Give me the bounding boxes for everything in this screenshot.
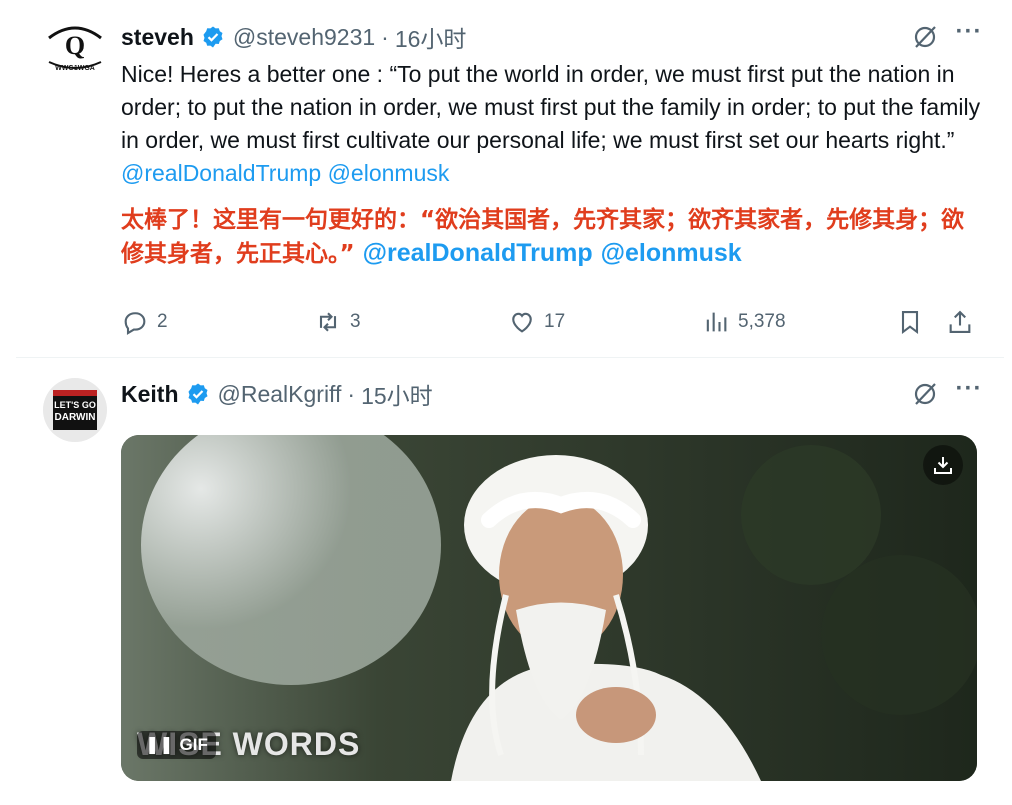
tweet-text-body: Nice! Heres a better one : “To put the w… xyxy=(121,61,981,153)
zh-mention-elonmusk[interactable]: @elonmusk xyxy=(601,239,742,267)
more-options-icon[interactable]: ··· xyxy=(954,374,984,404)
svg-text:DARWIN: DARWIN xyxy=(55,412,96,423)
reply-icon xyxy=(124,312,146,335)
share-icon xyxy=(949,310,971,333)
grok-slash-icon[interactable] xyxy=(910,22,940,52)
like-count: 17 xyxy=(544,311,566,332)
separator: · xyxy=(347,380,356,407)
mention-elonmusk[interactable]: @elonmusk xyxy=(328,160,450,186)
pause-icon: ❚❚ xyxy=(145,735,174,754)
handle[interactable]: @steveh9231 xyxy=(233,24,375,51)
retweet-icon xyxy=(319,312,337,332)
more-options-icon[interactable]: ··· xyxy=(954,17,984,47)
display-name[interactable]: steveh xyxy=(121,24,194,51)
grok-slash-icon[interactable] xyxy=(910,379,940,409)
verified-badge-icon xyxy=(203,26,223,48)
tweet-steveh[interactable]: Q WWG1WGA steveh @steveh9231 · 16小时 ··· … xyxy=(16,0,1004,358)
reply-count: 2 xyxy=(157,311,168,332)
retweet-count: 3 xyxy=(350,311,361,332)
bookmark-icon xyxy=(901,311,919,335)
heart-icon xyxy=(512,312,532,333)
bookmark-button[interactable] xyxy=(896,308,924,336)
like-button[interactable]: 17 xyxy=(508,308,565,336)
avatar-steveh[interactable]: Q WWG1WGA xyxy=(43,14,107,78)
display-name[interactable]: Keith xyxy=(121,381,179,408)
svg-text:Q: Q xyxy=(65,31,85,60)
tweet-actions: 2 3 17 5,378 xyxy=(121,302,987,342)
gif-label: GIF xyxy=(179,735,208,754)
tweet-text-english: Nice! Heres a better one : “To put the w… xyxy=(121,58,981,190)
verified-badge-icon xyxy=(188,383,207,405)
tweet-keith[interactable]: LET'S GO DARWIN Keith @RealKgriff · 15小时… xyxy=(16,358,1004,805)
zh-mention-realdonaldtrump[interactable]: @realDonaldTrump xyxy=(363,239,593,267)
view-count: 5,378 xyxy=(738,311,786,332)
timestamp[interactable]: 16小时 xyxy=(395,20,467,54)
tweet-text-chinese: 太棒了！这里有一句更好的：“欲治其国者，先齐其家；欲齐其家者，先修其身；欲修其身… xyxy=(121,204,981,271)
mention-realdonaldtrump[interactable]: @realDonaldTrump xyxy=(121,160,321,186)
retweet-button[interactable]: 3 xyxy=(314,308,361,336)
download-button[interactable] xyxy=(923,445,963,485)
gif-badge[interactable]: ❚❚ GIF xyxy=(137,731,216,759)
timestamp[interactable]: 15小时 xyxy=(361,377,433,411)
svg-text:WWG1WGA: WWG1WGA xyxy=(55,65,95,72)
reply-button[interactable]: 2 xyxy=(121,308,168,336)
handle[interactable]: @RealKgriff xyxy=(218,381,342,408)
gif-media[interactable]: WISE WORDS ❚❚ GIF xyxy=(121,435,977,781)
avatar-keith[interactable]: LET'S GO DARWIN xyxy=(43,378,107,442)
download-icon xyxy=(934,457,952,474)
svg-text:LET'S GO: LET'S GO xyxy=(54,400,96,410)
separator: · xyxy=(381,23,389,50)
tweet-header: Keith @RealKgriff · 15小时 ··· xyxy=(121,375,984,411)
views-chart-icon xyxy=(706,312,727,332)
views-button[interactable]: 5,378 xyxy=(702,308,786,336)
tweet-header: steveh @steveh9231 · 16小时 ··· xyxy=(121,18,984,54)
share-button[interactable] xyxy=(946,308,974,336)
